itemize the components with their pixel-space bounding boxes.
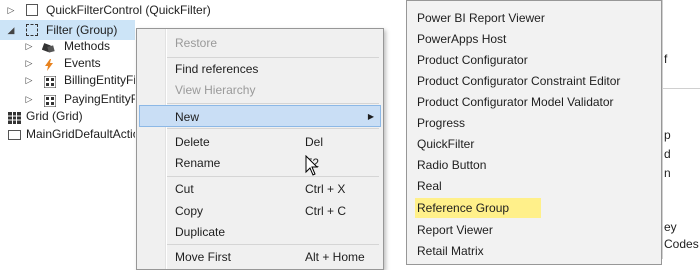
submenu-item-retail-matrix[interactable]: Retail Matrix [417, 241, 484, 261]
tree-node-label: BillingEntityFil [64, 73, 135, 87]
property-fragment: d [664, 147, 671, 161]
submenu-item-quickfilter[interactable]: QuickFilter [417, 134, 474, 154]
menu-item-delete[interactable]: Delete Del [139, 131, 381, 153]
menu-item-move-first[interactable]: Move First Alt + Home [139, 246, 381, 268]
submenu-item-reference-group[interactable]: Reference Group [415, 198, 541, 218]
tree-node-grid[interactable]: Grid (Grid) [0, 106, 135, 126]
menu-separator [167, 128, 379, 129]
tree-node-maingriddefaultaction[interactable]: MainGridDefaultActio [0, 124, 135, 144]
new-submenu: Power BI Report Viewer PowerApps Host Pr… [406, 0, 662, 265]
menu-item-shortcut: Ctrl + X [305, 182, 346, 196]
field-group-icon [43, 74, 57, 89]
menu-separator [167, 176, 379, 177]
submenu-item-progress[interactable]: Progress [417, 113, 465, 133]
menu-item-label: New [175, 110, 200, 124]
menu-item-label: Find references [175, 62, 259, 76]
menu-item-label: Move First [175, 250, 232, 264]
submenu-item-real[interactable]: Real [417, 176, 442, 196]
menu-item-restore[interactable]: Restore [139, 32, 381, 54]
submenu-item-radio-button[interactable]: Radio Button [417, 155, 486, 175]
submenu-item-powerapps-host[interactable]: PowerApps Host [417, 29, 506, 49]
context-menu: Restore Find references View Hierarchy N… [136, 28, 384, 270]
submenu-arrow-icon: ▶ [367, 112, 374, 121]
events-icon [44, 57, 56, 71]
menu-item-label: Rename [175, 156, 221, 170]
menu-item-view-hierarchy[interactable]: View Hierarchy [139, 79, 381, 101]
collapsed-arrow-icon[interactable]: ▷ [24, 70, 34, 90]
submenu-item-product-configurator[interactable]: Product Configurator [417, 50, 528, 70]
menu-item-duplicate[interactable]: Duplicate [139, 221, 381, 243]
menu-item-find-references[interactable]: Find references [139, 58, 381, 80]
property-fragment: p [664, 128, 671, 142]
submenu-item-product-configurator-constraint-editor[interactable]: Product Configurator Constraint Editor [417, 71, 620, 91]
menu-item-label: View Hierarchy [175, 83, 256, 97]
menu-separator [167, 103, 379, 104]
menu-item-label: Cut [175, 182, 194, 196]
control-icon [8, 130, 21, 140]
menu-item-new[interactable]: New ▶ [139, 105, 381, 127]
mouse-cursor-icon [305, 155, 319, 176]
menu-item-label: Duplicate [175, 225, 226, 239]
pane-divider [662, 88, 700, 89]
submenu-item-product-configurator-model-validator[interactable]: Product Configurator Model Validator [417, 92, 614, 112]
menu-item-copy[interactable]: Copy Ctrl + C [139, 200, 381, 222]
menu-item-label: Delete [175, 135, 210, 149]
menu-item-rename[interactable]: Rename F2 [139, 152, 381, 174]
menu-item-shortcut: Del [305, 135, 324, 149]
methods-icon [41, 40, 55, 53]
control-icon [26, 4, 38, 16]
pane-divider [662, 0, 663, 259]
menu-item-label: Restore [175, 36, 218, 50]
menu-item-shortcut: Alt + Home [305, 250, 365, 264]
menu-item-label: Copy [175, 204, 204, 218]
field-group-icon [43, 93, 57, 108]
tree-node-label: Grid (Grid) [26, 109, 83, 123]
property-fragment: f [664, 52, 668, 66]
tree-node-billingentity[interactable]: ▷ BillingEntityFil [0, 70, 135, 90]
group-icon [26, 24, 38, 36]
property-fragment: n [664, 166, 671, 180]
grid-icon [8, 110, 21, 124]
property-fragment: ey [664, 220, 677, 234]
menu-item-cut[interactable]: Cut Ctrl + X [139, 178, 381, 200]
menu-separator [167, 244, 379, 245]
tree-node-label: QuickFilterControl (QuickFilter) [46, 3, 211, 17]
property-fragment: Codes [664, 237, 699, 251]
menu-item-shortcut: Ctrl + C [305, 204, 347, 218]
submenu-item-report-viewer[interactable]: Report Viewer [417, 220, 493, 240]
collapsed-arrow-icon[interactable]: ▷ [6, 0, 16, 20]
tree-node-label: MainGridDefaultActio [26, 127, 135, 141]
tree-node-quickfiltercontrol[interactable]: ▷ QuickFilterControl (QuickFilter) [0, 0, 380, 20]
submenu-item-power-bi-report-viewer[interactable]: Power BI Report Viewer [417, 8, 545, 28]
